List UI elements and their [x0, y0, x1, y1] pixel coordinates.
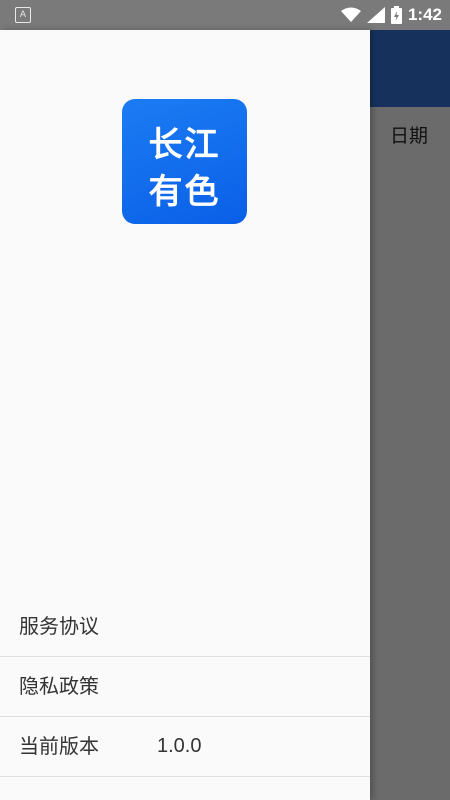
battery-charging-icon	[390, 6, 402, 24]
menu-item-privacy-policy[interactable]: 隐私政策	[0, 657, 370, 717]
status-icons: 1:42	[340, 0, 442, 30]
signal-icon	[366, 7, 385, 23]
navigation-drawer: 长江 有色 服务协议 隐私政策 当前版本 1.0.0	[0, 30, 370, 800]
clock: 1:42	[407, 5, 442, 24]
menu-item-label: 隐私政策	[19, 674, 99, 698]
logo-text-line1: 长江	[148, 125, 221, 165]
menu-item-current-version: 当前版本 1.0.0	[0, 717, 370, 777]
menu-item-label: 当前版本	[19, 734, 99, 758]
app-header	[370, 30, 450, 107]
status-bar: A 1:42	[0, 0, 450, 30]
app-column-header-date: 日期	[390, 125, 429, 147]
menu-item-label: 服务协议	[19, 614, 99, 638]
notification-icon: A	[15, 7, 31, 23]
app-content-scrim[interactable]	[370, 107, 450, 800]
version-number: 1.0.0	[157, 735, 202, 757]
app-logo: 长江 有色	[122, 99, 247, 224]
menu-item-service-agreement[interactable]: 服务协议	[0, 597, 370, 657]
logo-text-line2: 有色	[148, 172, 221, 212]
wifi-icon	[340, 7, 361, 22]
drawer-menu: 服务协议 隐私政策 当前版本 1.0.0	[0, 597, 370, 777]
